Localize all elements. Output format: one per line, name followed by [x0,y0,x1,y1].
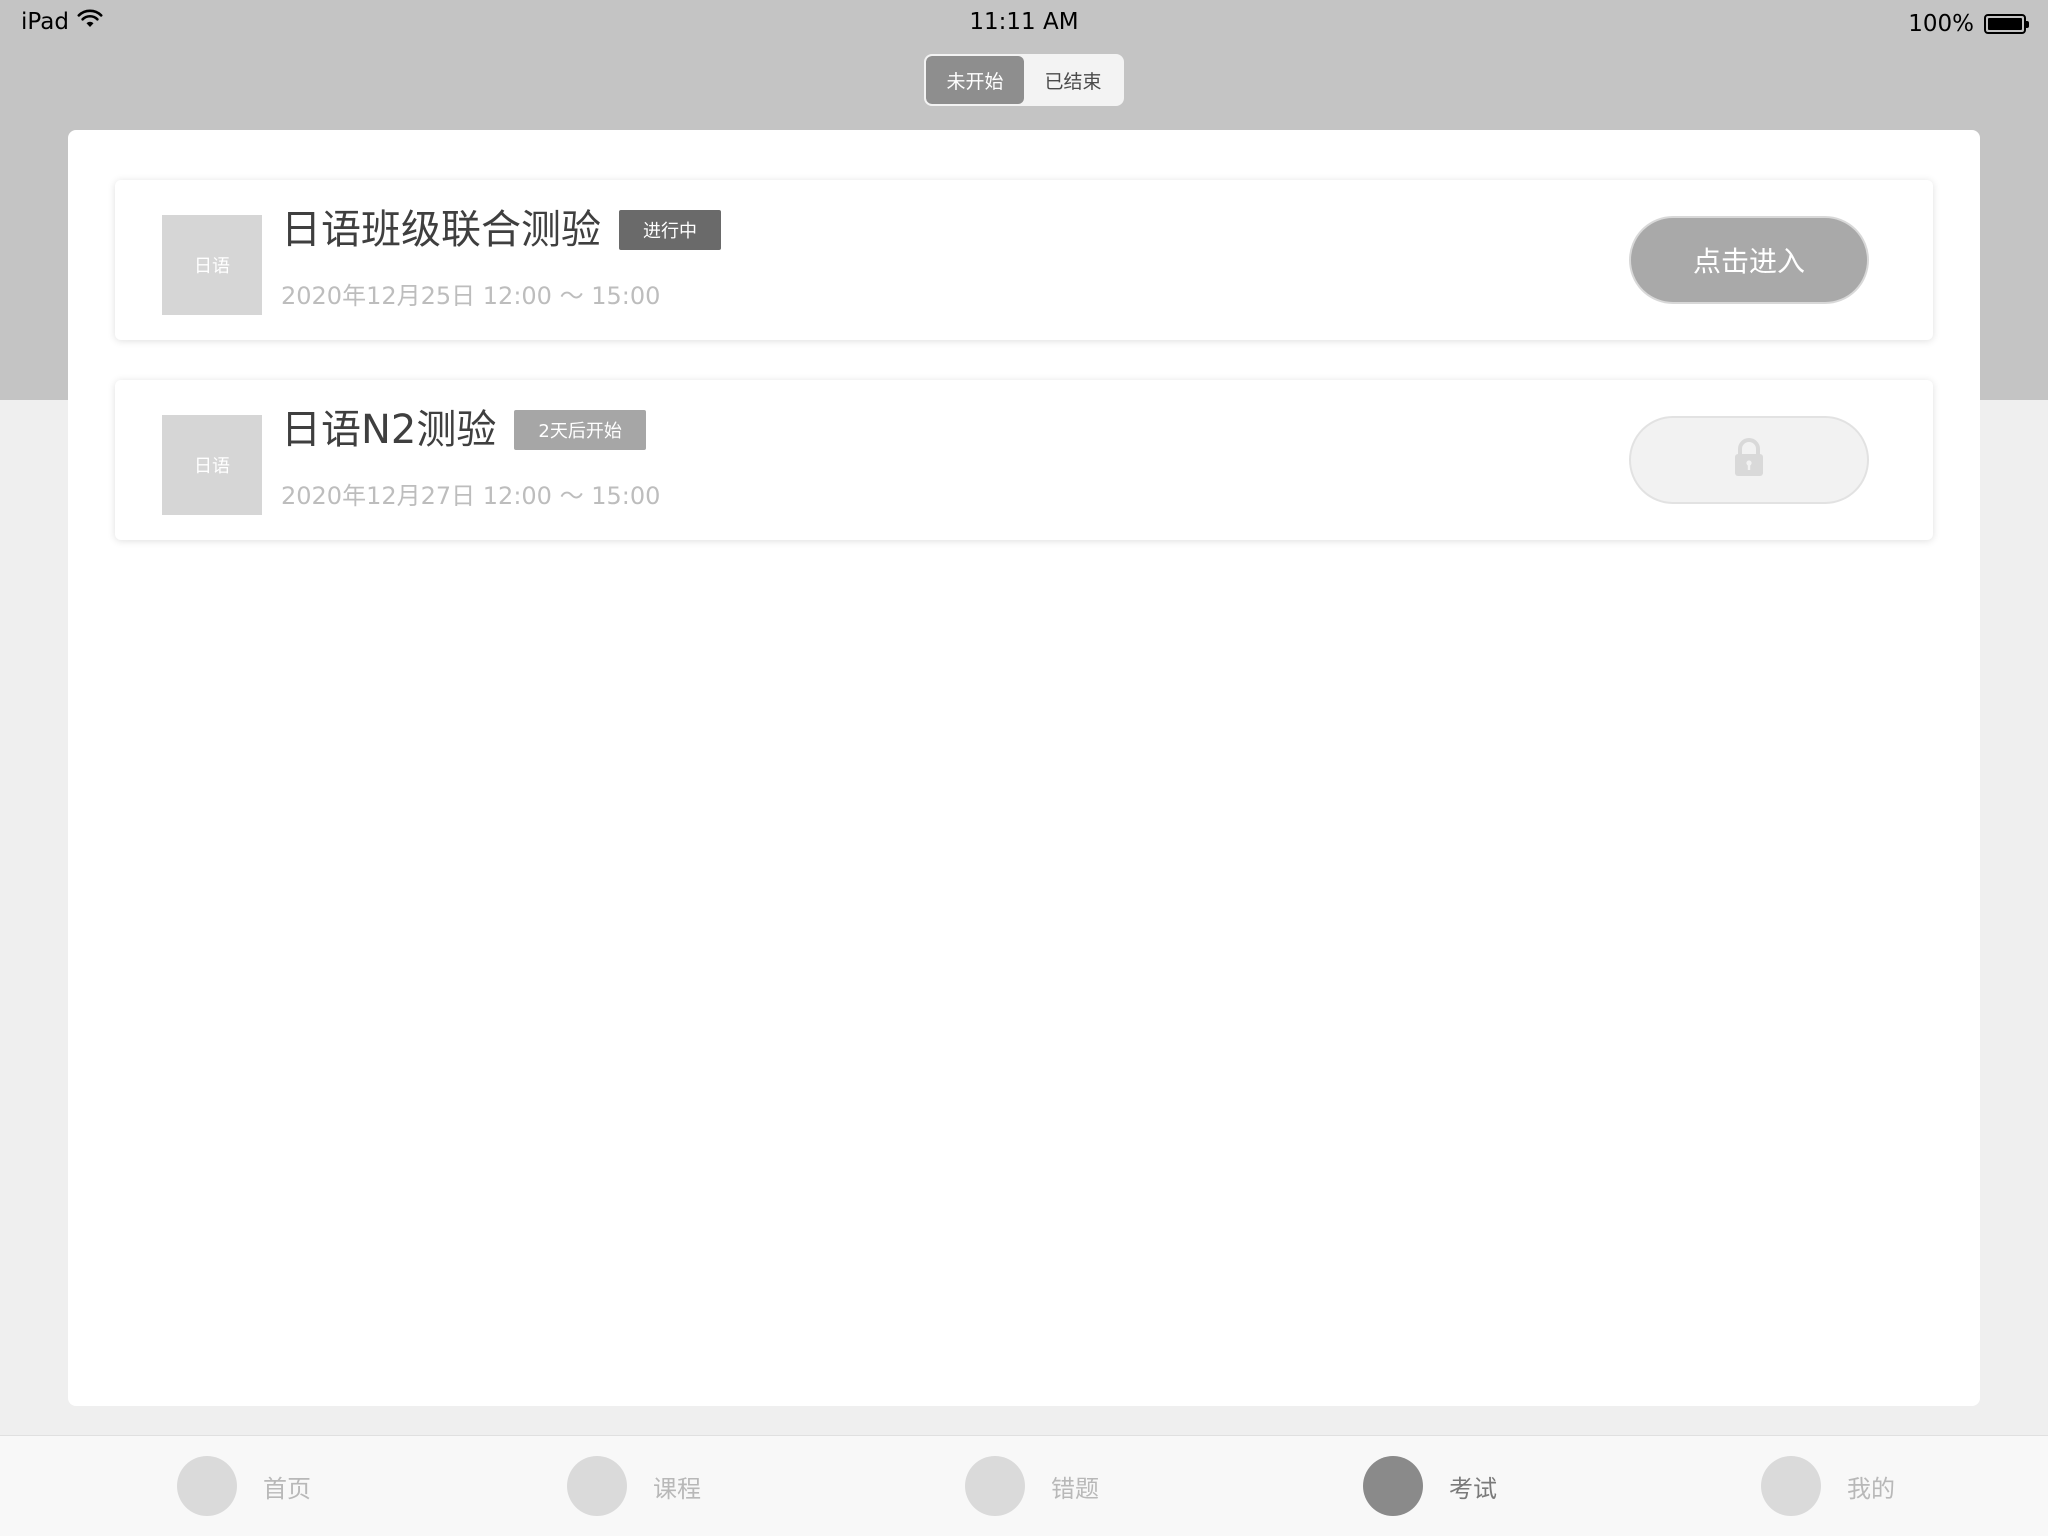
enter-exam-button[interactable]: 点击进入 [1629,216,1869,304]
exam-title: 日语N2测验 [281,407,497,453]
tab-home[interactable]: 首页 [177,1456,311,1516]
tab-courses[interactable]: 课程 [567,1456,701,1516]
exam-time: 2020年12月25日 12:00 ～ 15:00 [281,282,661,310]
exam-status-badge: 进行中 [619,210,721,250]
exam-card: 日语 日语班级联合测验 进行中 2020年12月25日 12:00 ～ 15:0… [115,180,1933,340]
tab-exams[interactable]: 考试 [1363,1456,1497,1516]
tab-label: 考试 [1449,1474,1497,1503]
exam-title-row: 日语N2测验 2天后开始 [281,410,646,450]
status-bar: iPad 11:11 AM 100% [0,0,2048,46]
segment-not-started[interactable]: 未开始 [926,56,1024,104]
lock-icon [1732,438,1766,482]
home-icon [177,1456,237,1516]
exam-thumbnail: 日语 [162,215,262,315]
exam-list-panel: 日语 日语班级联合测验 进行中 2020年12月25日 12:00 ～ 15:0… [68,130,1980,1406]
segment-ended[interactable]: 已结束 [1024,56,1122,104]
exam-card: 日语 日语N2测验 2天后开始 2020年12月27日 12:00 ～ 15:0… [115,380,1933,540]
exam-time: 2020年12月27日 12:00 ～ 15:00 [281,482,661,510]
profile-icon [1761,1456,1821,1516]
exam-thumbnail: 日语 [162,415,262,515]
tab-me[interactable]: 我的 [1761,1456,1895,1516]
mistakes-icon [965,1456,1025,1516]
tab-label: 错题 [1051,1474,1099,1503]
tab-mistakes[interactable]: 错题 [965,1456,1099,1516]
tab-label: 首页 [263,1474,311,1503]
locked-exam-button[interactable] [1629,416,1869,504]
courses-icon [567,1456,627,1516]
tab-label: 我的 [1847,1474,1895,1503]
status-time: 11:11 AM [969,9,1079,35]
exam-status-badge: 2天后开始 [514,410,646,450]
battery-icon [1984,14,2029,34]
exam-status-segmented-control: 未开始 已结束 [924,54,1124,106]
status-bar-right: 100% [1908,11,2029,37]
tab-bar: 首页 课程 错题 考试 我的 [0,1435,2048,1536]
exam-title: 日语班级联合测验 [281,207,601,253]
battery-percent: 100% [1908,11,1974,37]
tab-label: 课程 [653,1474,701,1503]
exam-title-row: 日语班级联合测验 进行中 [281,210,721,250]
exams-icon [1363,1456,1423,1516]
